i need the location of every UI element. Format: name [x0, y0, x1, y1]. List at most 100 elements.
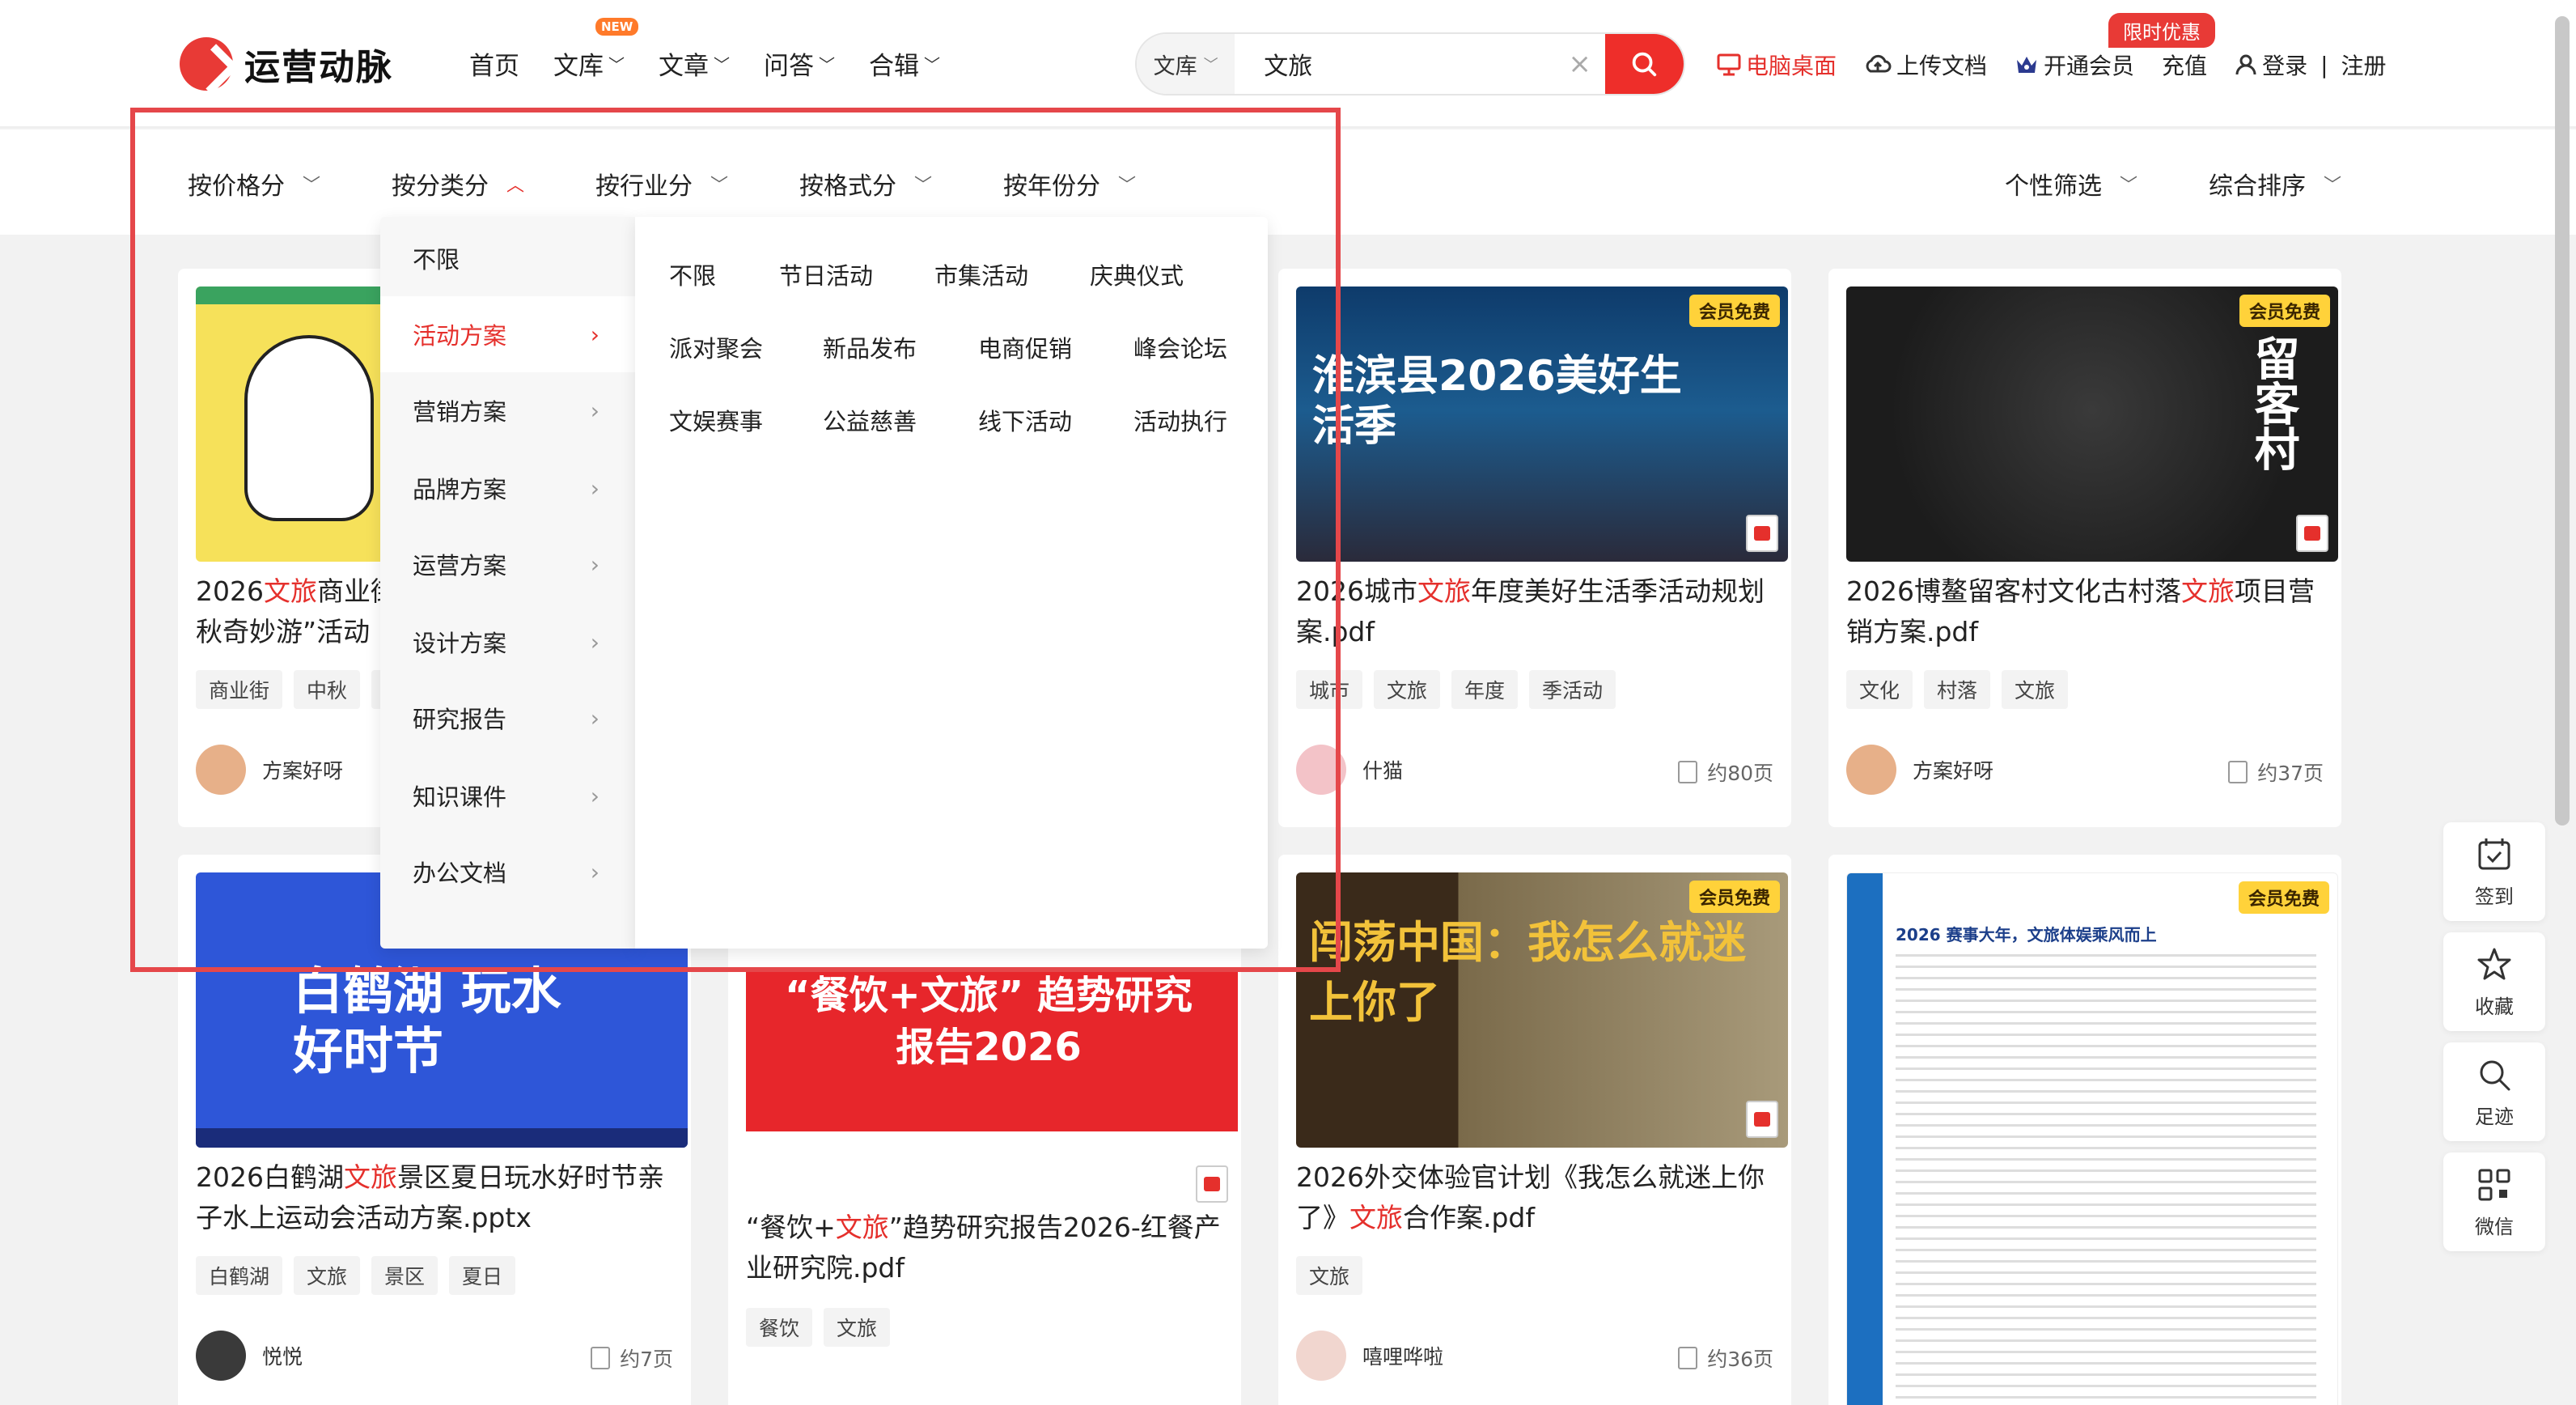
filter-label: 按格式分	[799, 172, 896, 201]
page-count: 约36页	[1678, 1343, 1773, 1373]
tag[interactable]: 餐饮	[746, 1308, 813, 1347]
float-toolbar: 签到 收藏 足迹 微信	[2443, 822, 2545, 1263]
filter-sort[interactable]: 综合排序 ﹀	[2209, 166, 2341, 202]
doc-title[interactable]: 2026外交体验官计划《我怎么就迷上你了》文旅合作案.pdf	[1296, 1157, 1782, 1238]
subcategory-item[interactable]: 电商促销	[978, 330, 1072, 364]
tag[interactable]: 季活动	[1529, 670, 1616, 709]
checkin-button[interactable]: 签到	[2443, 822, 2545, 921]
avatar	[196, 745, 246, 795]
page-scrollbar[interactable]	[2555, 16, 2570, 826]
nav-home[interactable]: 首页	[469, 45, 519, 82]
category-item-operation[interactable]: 运营方案 ›	[380, 526, 635, 602]
tag-list: 餐饮 文旅	[746, 1308, 901, 1347]
doc-title[interactable]: 2026博鳌留客村文化古村落文旅项目营销方案.pdf	[1846, 571, 2332, 652]
subcategory-item[interactable]: 派对聚会	[669, 330, 763, 364]
site-logo[interactable]: 运营动脉	[180, 37, 393, 91]
avatar	[1296, 1331, 1346, 1381]
favorite-button[interactable]: 收藏	[2443, 932, 2545, 1031]
pdf-icon	[1746, 515, 1778, 552]
filter-personal[interactable]: 个性筛选 ﹀	[2005, 166, 2137, 202]
tag[interactable]: 文旅	[2002, 670, 2069, 709]
filter-price[interactable]: 按价格分 ﹀	[188, 166, 320, 202]
doc-card[interactable]: 会员免费 淮滨县2026美好生活季 2026城市文旅年度美好生活季活动规划案.p…	[1278, 269, 1791, 827]
document-icon	[1678, 761, 1698, 783]
author[interactable]: 方案好呀	[196, 745, 343, 795]
doc-card[interactable]: 会员免费 闯荡中国：我怎么就迷上你了 2026外交体验官计划《我怎么就迷上你了》…	[1278, 855, 1791, 1405]
category-item-design[interactable]: 设计方案 ›	[380, 604, 635, 680]
author[interactable]: 悦悦	[196, 1331, 303, 1381]
tag[interactable]: 文旅	[1296, 1256, 1363, 1295]
upload-link[interactable]: 上传文档	[1864, 49, 1987, 81]
register-link[interactable]: 注册	[2341, 49, 2387, 81]
tag[interactable]: 商业街	[196, 670, 283, 709]
clear-icon[interactable]: ×	[1566, 48, 1594, 80]
doc-title[interactable]: 2026白鹤湖文旅景区夏日玩水好时节亲子水上运动会活动方案.pptx	[196, 1157, 681, 1238]
category-item-brand[interactable]: 品牌方案 ›	[380, 450, 635, 526]
doc-card[interactable]: 会员免费 留客村 2026博鳌留客村文化古村落文旅项目营销方案.pdf 文化 村…	[1828, 269, 2341, 827]
tag[interactable]: 白鹤湖	[196, 1256, 283, 1295]
tag[interactable]: 村落	[1924, 670, 1991, 709]
category-label: 活动方案	[413, 322, 507, 350]
category-label: 不限	[413, 246, 460, 274]
subcategory-item[interactable]: 庆典仪式	[1090, 257, 1184, 291]
author[interactable]: 什猫	[1296, 745, 1403, 795]
thumb-title: 闯荡中国：我怎么就迷上你了	[1309, 917, 1746, 1028]
chevron-right-icon: ›	[590, 320, 600, 348]
nav-label: 文章	[659, 52, 709, 81]
subcategory-item[interactable]: 峰会论坛	[1133, 330, 1227, 364]
tag[interactable]: 文旅	[1374, 670, 1441, 709]
crown-icon	[2017, 57, 2037, 73]
tag[interactable]: 文旅	[824, 1308, 891, 1347]
tag[interactable]: 中秋	[294, 670, 361, 709]
page-count-label: 约37页	[2257, 762, 2324, 785]
category-label: 运营方案	[413, 552, 507, 579]
subcategory-item[interactable]: 市集活动	[934, 257, 1028, 291]
category-item-unlimited[interactable]: 不限	[380, 220, 635, 296]
filter-category[interactable]: 按分类分 ︿	[392, 166, 524, 202]
subcategory-item[interactable]: 活动执行	[1133, 403, 1227, 437]
category-item-office[interactable]: 办公文档 ›	[380, 834, 635, 910]
wechat-button[interactable]: 微信	[2443, 1152, 2545, 1251]
tag[interactable]: 年度	[1451, 670, 1519, 709]
nav-library[interactable]: NEW 文库 ﹀	[553, 18, 639, 82]
subcategory-item[interactable]: 不限	[669, 257, 716, 291]
tag[interactable]: 文旅	[294, 1256, 361, 1295]
chevron-right-icon: ›	[590, 397, 600, 424]
category-item-marketing[interactable]: 营销方案 ›	[380, 372, 635, 448]
nav-collections[interactable]: 合辑 ﹀	[869, 45, 940, 82]
float-label: 签到	[2475, 885, 2514, 908]
doc-title[interactable]: 2026城市文旅年度美好生活季活动规划案.pdf	[1296, 571, 1782, 652]
author[interactable]: 方案好呀	[1846, 745, 1993, 795]
member-link[interactable]: 开通会员	[2015, 49, 2134, 81]
doc-title[interactable]: “餐饮+文旅”趋势研究报告2026-红餐产业研究院.pdf	[746, 1208, 1231, 1288]
filter-year[interactable]: 按年份分 ﹀	[1003, 166, 1136, 202]
category-item-activity[interactable]: 活动方案 ›	[380, 296, 635, 372]
chevron-down-icon: ﹀	[2120, 176, 2138, 196]
tag[interactable]: 文化	[1846, 670, 1913, 709]
author-name: 悦悦	[262, 1345, 303, 1369]
subcategory-item[interactable]: 公益慈善	[823, 403, 917, 437]
doc-card[interactable]: 会员免费 2026 赛事大年，文旅体娱乘风而上	[1828, 855, 2341, 1405]
recharge-link[interactable]: 充值	[2162, 49, 2207, 81]
subcategory-item[interactable]: 节日活动	[779, 257, 873, 291]
login-link[interactable]: 登录	[2235, 49, 2307, 81]
tag[interactable]: 夏日	[449, 1256, 516, 1295]
tag[interactable]: 城市	[1296, 670, 1363, 709]
filter-industry[interactable]: 按行业分 ﹀	[595, 166, 728, 202]
desktop-link[interactable]: 电脑桌面	[1717, 49, 1837, 81]
subcategory-item[interactable]: 线下活动	[978, 403, 1072, 437]
search-input[interactable]	[1235, 34, 1566, 94]
author[interactable]: 嘻哩哗啦	[1296, 1331, 1443, 1381]
category-item-courseware[interactable]: 知识课件 ›	[380, 758, 635, 834]
subcategory-item[interactable]: 文娱赛事	[669, 403, 763, 437]
nav-qa[interactable]: 问答 ﹀	[764, 45, 835, 82]
history-button[interactable]: 足迹	[2443, 1042, 2545, 1141]
search-button[interactable]	[1604, 34, 1684, 94]
subcategory-item[interactable]: 新品发布	[823, 330, 917, 364]
nav-articles[interactable]: 文章 ﹀	[659, 45, 730, 82]
search-scope-select[interactable]: 文库 ﹀	[1137, 34, 1235, 94]
tag[interactable]: 景区	[371, 1256, 439, 1295]
filter-label: 按年份分	[1003, 172, 1100, 201]
filter-format[interactable]: 按格式分 ﹀	[799, 166, 932, 202]
category-item-research[interactable]: 研究报告 ›	[380, 680, 635, 756]
